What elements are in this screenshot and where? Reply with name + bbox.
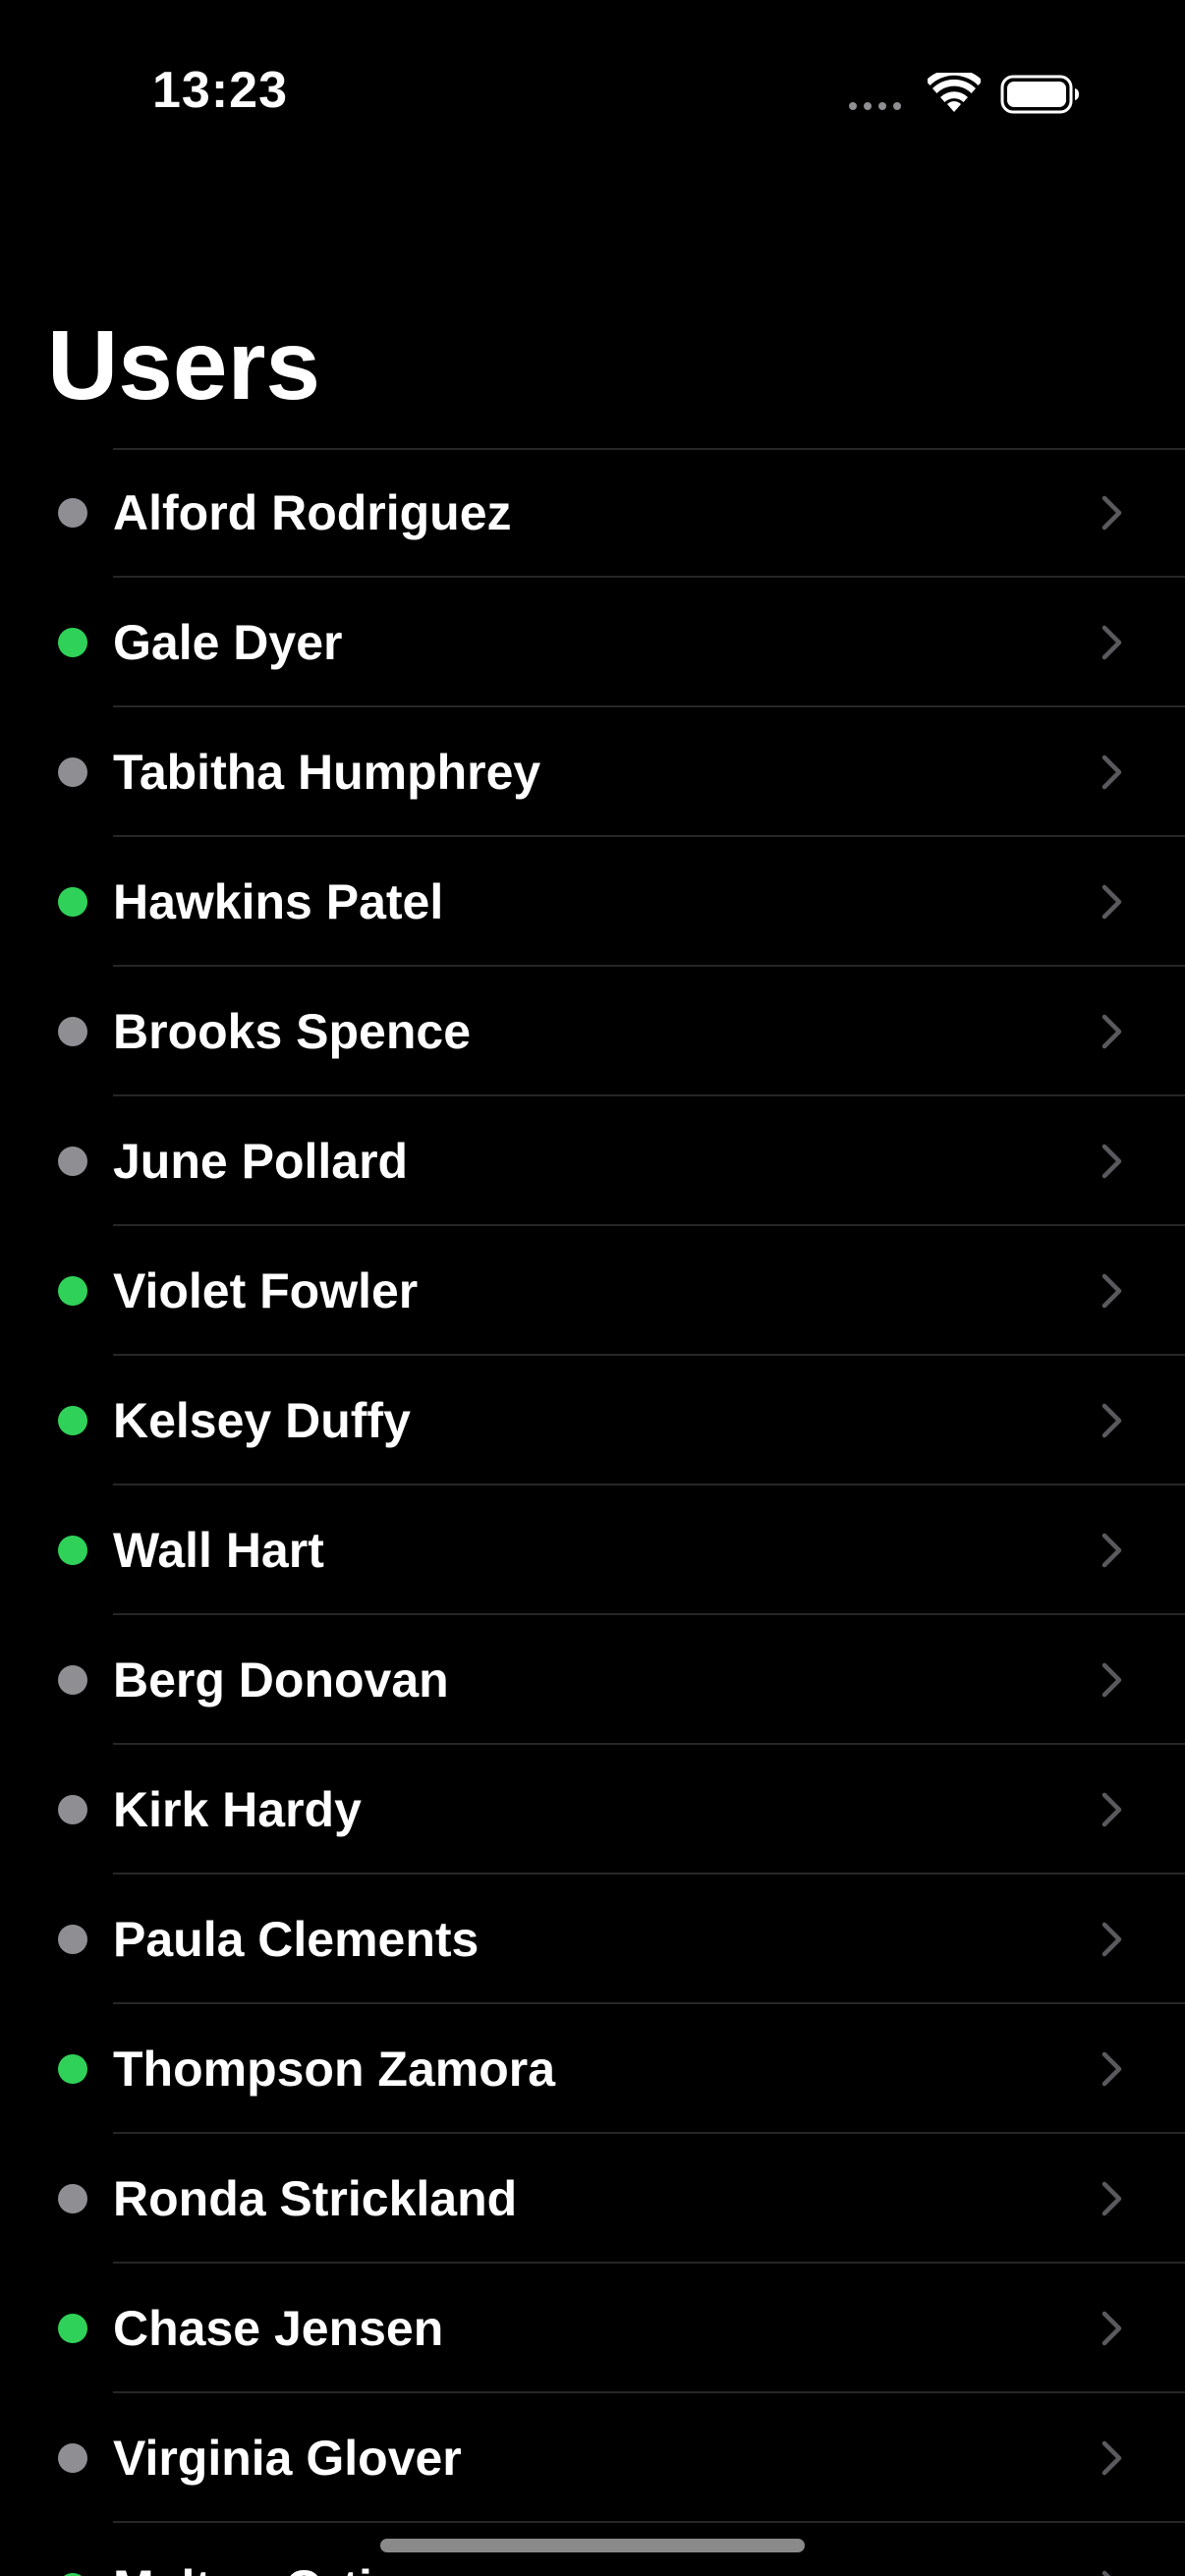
status-bar: 13:23 [0, 0, 1185, 187]
status-indicator-offline [58, 757, 87, 787]
chevron-right-icon [1101, 1792, 1122, 1827]
user-name: Wall Hart [113, 1523, 324, 1578]
user-name: Hawkins Patel [113, 874, 444, 929]
status-indicator-online [58, 887, 87, 917]
user-name: Melton Ortiz [113, 2523, 397, 2576]
chevron-right-icon [1101, 1922, 1122, 1957]
status-indicator-offline [58, 1017, 87, 1046]
chevron-right-icon [1101, 884, 1122, 920]
list-item[interactable]: Ronda Strickland [0, 2134, 1185, 2264]
user-name: Virginia Glover [113, 2431, 462, 2486]
battery-icon [1000, 75, 1079, 114]
list-item[interactable]: Thompson Zamora [0, 2004, 1185, 2134]
user-name: Ronda Strickland [113, 2171, 518, 2226]
status-indicator-offline [58, 2443, 87, 2473]
user-name: Paula Clements [113, 1912, 480, 1967]
user-name: Tabitha Humphrey [113, 745, 541, 800]
status-time: 13:23 [152, 62, 288, 119]
status-indicator-offline [58, 1665, 87, 1695]
list-item[interactable]: Gale Dyer [0, 578, 1185, 707]
user-name: Berg Donovan [113, 1652, 449, 1708]
list-item[interactable]: Hawkins Patel [0, 837, 1185, 967]
chevron-right-icon [1101, 1273, 1122, 1309]
list-item[interactable]: Wall Hart [0, 1485, 1185, 1615]
list-item[interactable]: Tabitha Humphrey [0, 707, 1185, 837]
status-indicator-online [58, 2314, 87, 2343]
chevron-right-icon [1101, 2570, 1111, 2576]
chevron-right-icon [1101, 495, 1122, 531]
status-indicator-online [58, 2054, 87, 2084]
user-name: Kelsey Duffy [113, 1393, 411, 1448]
status-indicator-offline [58, 2184, 87, 2213]
home-indicator[interactable] [380, 2539, 805, 2552]
chevron-right-icon [1101, 2181, 1122, 2216]
user-name: Kirk Hardy [113, 1782, 362, 1837]
chevron-right-icon [1101, 2311, 1122, 2346]
user-name: Brooks Spence [113, 1004, 472, 1059]
chevron-right-icon [1101, 1144, 1122, 1179]
wifi-icon [928, 73, 981, 112]
list-item[interactable]: June Pollard [0, 1096, 1185, 1226]
user-name: Chase Jensen [113, 2301, 444, 2356]
list-item[interactable]: Virginia Glover [0, 2393, 1185, 2523]
list-item[interactable]: Alford Rodriguez [0, 448, 1185, 578]
list-item[interactable]: Paula Clements [0, 1875, 1185, 2004]
chevron-right-icon [1101, 1403, 1122, 1438]
chevron-right-icon [1101, 1533, 1122, 1568]
list-item[interactable]: Brooks Spence [0, 967, 1185, 1096]
list-item[interactable]: Berg Donovan [0, 1615, 1185, 1745]
user-name: Gale Dyer [113, 615, 343, 670]
list-item[interactable]: Chase Jensen [0, 2264, 1185, 2393]
user-name: Alford Rodriguez [113, 485, 512, 540]
status-indicator-offline [58, 1147, 87, 1176]
status-indicator-online [58, 1536, 87, 1565]
users-list[interactable]: Alford Rodriguez Gale Dyer Tabitha Humphre… [0, 448, 1185, 2576]
status-indicator-offline [58, 498, 87, 528]
chevron-right-icon [1101, 755, 1122, 790]
cellular-signal-icon [849, 102, 901, 110]
list-item[interactable]: Kelsey Duffy [0, 1356, 1185, 1485]
chevron-right-icon [1101, 2051, 1122, 2087]
list-item[interactable]: Violet Fowler [0, 1226, 1185, 1356]
status-indicator-offline [58, 1795, 87, 1824]
status-indicator-online [58, 628, 87, 657]
chevron-right-icon [1101, 625, 1122, 660]
user-name: June Pollard [113, 1134, 409, 1189]
user-name: Violet Fowler [113, 1263, 419, 1318]
chevron-right-icon [1101, 2440, 1122, 2476]
status-indicator-offline [58, 1925, 87, 1954]
user-name: Thompson Zamora [113, 2042, 556, 2097]
chevron-right-icon [1101, 1662, 1122, 1698]
page-title: Users [47, 310, 320, 420]
chevron-right-icon [1101, 1014, 1122, 1049]
list-item[interactable]: Kirk Hardy [0, 1745, 1185, 1875]
status-indicator-online [58, 1276, 87, 1306]
status-indicator-online [58, 1406, 87, 1435]
